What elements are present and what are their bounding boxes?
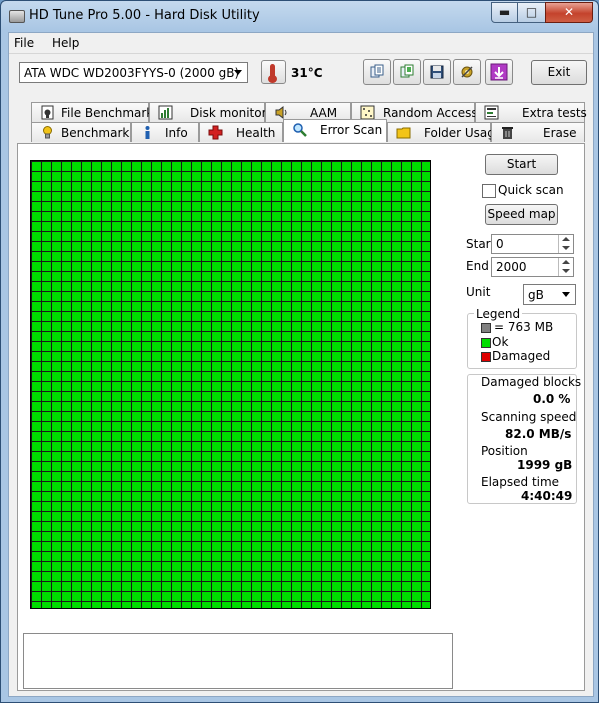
download-icon xyxy=(490,63,508,81)
save-icon xyxy=(430,65,444,79)
tab-label: Info xyxy=(165,126,188,140)
quick-scan-label: Quick scan xyxy=(498,183,564,197)
damaged-blocks-label: Damaged blocks xyxy=(481,375,582,389)
position-value: 1999 gB xyxy=(517,458,573,472)
start-position-field[interactable]: 0 xyxy=(491,234,574,254)
block-map-grid xyxy=(30,160,431,609)
speaker-icon xyxy=(275,106,287,119)
disk-monitor-icon xyxy=(158,105,173,120)
drive-select-value: ATA WDC WD2003FYYS-0 (2000 gB) xyxy=(24,66,240,80)
ok-label: Ok xyxy=(492,335,509,349)
drive-select[interactable]: ATA WDC WD2003FYYS-0 (2000 gB) xyxy=(19,62,248,83)
unit-select[interactable]: gB xyxy=(523,284,576,305)
tab-label: Error Scan xyxy=(320,123,383,137)
start-scan-button[interactable]: Start xyxy=(485,154,558,175)
unit-label: Unit xyxy=(466,285,491,299)
tab-label: Disk monitor xyxy=(190,106,267,120)
legend-title: Legend xyxy=(474,307,523,321)
end-position-field[interactable]: 2000 xyxy=(491,257,574,277)
extra-tests-icon xyxy=(484,105,499,120)
block-size-label: = 763 MB xyxy=(494,320,554,334)
end-position-value: 2000 xyxy=(496,260,527,274)
end-position-label: End xyxy=(466,259,489,273)
temperature-readout: 31°C xyxy=(291,66,323,80)
status-log xyxy=(23,633,453,689)
title-bar[interactable]: HD Tune Pro 5.00 - Hard Disk Utility ▬ □… xyxy=(1,1,598,32)
tab-label: File Benchmark xyxy=(61,106,154,120)
tab-label: Erase xyxy=(543,126,577,140)
health-cross-icon xyxy=(208,125,223,140)
tab-benchmark[interactable]: Benchmark xyxy=(31,122,131,142)
download-button[interactable] xyxy=(485,59,513,85)
exit-button[interactable]: Exit xyxy=(531,60,587,85)
damaged-label: Damaged xyxy=(492,349,551,363)
block-size-swatch xyxy=(481,323,491,333)
trash-icon xyxy=(502,127,513,139)
tab-info[interactable]: Info xyxy=(131,122,199,142)
options-icon xyxy=(461,66,473,78)
chevron-down-icon xyxy=(562,292,570,297)
damaged-swatch xyxy=(481,352,491,362)
damaged-blocks-value: 0.0 % xyxy=(533,392,571,406)
file-benchmark-icon xyxy=(41,105,54,120)
tab-label: Extra tests xyxy=(522,106,587,120)
tab-extra-tests[interactable]: Extra tests xyxy=(475,102,587,122)
tab-label: Health xyxy=(236,126,276,140)
tab-file-benchmark[interactable]: File Benchmark xyxy=(31,102,153,122)
copy-screenshot-icon xyxy=(400,64,414,78)
menu-separator xyxy=(9,53,593,54)
elapsed-time-label: Elapsed time xyxy=(481,475,560,489)
menu-file[interactable]: File xyxy=(14,36,34,50)
tab-label: Random Access xyxy=(383,106,478,120)
copy-text-button[interactable] xyxy=(363,59,391,85)
app-icon xyxy=(9,10,25,23)
benchmark-icon xyxy=(43,126,52,139)
save-button[interactable] xyxy=(423,59,451,85)
menu-bar: File Help xyxy=(9,33,593,53)
maximize-button[interactable]: □ xyxy=(517,2,546,23)
spin-arrows-icon[interactable] xyxy=(558,258,573,276)
unit-select-value: gB xyxy=(528,288,544,302)
speed-map-button[interactable]: Speed map xyxy=(485,204,558,225)
options-button[interactable] xyxy=(453,59,481,85)
tab-error-scan[interactable]: Error Scan xyxy=(283,119,387,142)
random-access-icon xyxy=(360,105,375,120)
ok-swatch xyxy=(481,338,491,348)
client-area: File Help ATA WDC WD2003FYYS-0 (2000 gB)… xyxy=(8,32,594,697)
start-position-value: 0 xyxy=(496,237,504,251)
tab-erase[interactable]: Erase xyxy=(491,122,585,142)
info-icon xyxy=(145,126,150,139)
close-button[interactable]: ✕ xyxy=(545,2,593,23)
menu-help[interactable]: Help xyxy=(52,36,79,50)
tab-health[interactable]: Health xyxy=(199,122,283,142)
spin-arrows-icon[interactable] xyxy=(558,235,573,253)
minimize-button[interactable]: ▬ xyxy=(491,2,518,23)
tab-label: Benchmark xyxy=(61,126,130,140)
thermometer-icon xyxy=(261,60,286,84)
chevron-down-icon xyxy=(234,70,242,75)
elapsed-time-value: 4:40:49 xyxy=(521,489,573,503)
tab-folder-usage[interactable]: Folder Usage xyxy=(387,122,502,142)
quick-scan-checkbox[interactable] xyxy=(482,184,496,198)
tab-disk-monitor[interactable]: Disk monitor xyxy=(149,102,267,122)
tab-label: AAM xyxy=(310,106,338,120)
magnifier-icon xyxy=(293,123,307,137)
position-label: Position xyxy=(481,444,528,458)
copy-screenshot-button[interactable] xyxy=(393,59,421,85)
scanning-speed-label: Scanning speed xyxy=(481,410,577,424)
window-title: HD Tune Pro 5.00 - Hard Disk Utility xyxy=(29,8,260,23)
scanning-speed-value: 82.0 MB/s xyxy=(505,427,572,441)
app-window: HD Tune Pro 5.00 - Hard Disk Utility ▬ □… xyxy=(0,0,599,703)
copy-text-icon xyxy=(370,64,384,78)
folder-icon xyxy=(396,127,411,139)
